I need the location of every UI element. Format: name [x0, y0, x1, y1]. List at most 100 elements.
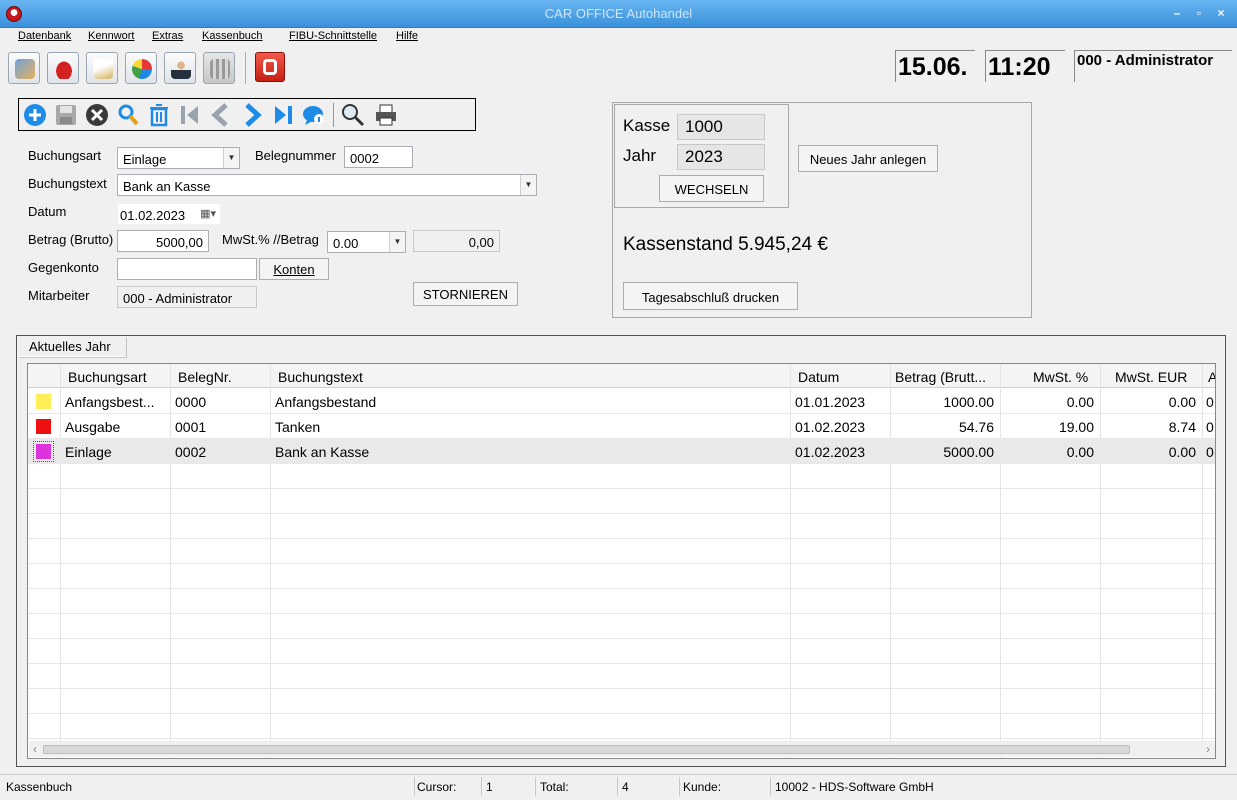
calendar-icon[interactable]: ▦▾	[200, 207, 216, 220]
table-cell: 01.01.2023	[795, 394, 866, 410]
buchungsart-label: Buchungsart	[28, 148, 101, 163]
table-row[interactable]: Anfangsbest... 0000 Anfangsbestand 01.01…	[28, 389, 1215, 414]
pie-chart-icon	[132, 59, 152, 79]
datum-value: 01.02.2023	[120, 208, 186, 223]
mwst-select[interactable]: 0.00 ▼	[327, 231, 406, 253]
menu-bar: Datenbank Kennwort Extras Kassenbuch FIB…	[0, 28, 1237, 46]
belegnummer-label: Belegnummer	[255, 148, 336, 163]
column-header[interactable]: Buchungstext	[278, 369, 363, 385]
company-button[interactable]	[203, 52, 235, 84]
time-display: 11:20	[985, 50, 1065, 82]
toolbar-separator	[333, 103, 334, 127]
column-header[interactable]: Datum	[798, 369, 839, 385]
buchungsart-select[interactable]: Einlage ▼	[117, 147, 240, 169]
table-row[interactable]: Ausgabe 0001 Tanken 01.02.2023 54.76 19.…	[28, 414, 1215, 439]
jahr-label: Jahr	[623, 146, 657, 165]
tab-aktuelles-jahr[interactable]: Aktuelles Jahr	[18, 337, 126, 357]
table-cell: 01.02.2023	[795, 419, 866, 435]
menu-kennwort[interactable]: Kennwort	[88, 30, 134, 42]
next-record-icon[interactable]	[240, 103, 264, 127]
scroll-right-icon[interactable]: ›	[1206, 742, 1210, 756]
kasse-label: Kasse	[623, 116, 671, 135]
column-header[interactable]: BelegNr.	[178, 369, 232, 385]
status-bar: Kassenbuch Cursor: 1 Total: 4 Kunde: 100…	[0, 774, 1237, 798]
first-record-icon[interactable]	[178, 103, 202, 127]
scroll-left-icon[interactable]: ‹	[33, 742, 37, 756]
zoom-search-icon[interactable]	[341, 103, 365, 127]
empty-row	[28, 564, 1215, 589]
date-display: 15.06.	[895, 50, 975, 82]
empty-row	[28, 464, 1215, 489]
mitarbeiter-label: Mitarbeiter	[28, 288, 90, 303]
table-cell: 54.76	[958, 419, 994, 435]
previous-record-icon[interactable]	[209, 103, 233, 127]
add-icon[interactable]	[23, 103, 47, 127]
konten-button[interactable]: Konten	[259, 258, 329, 280]
table-cell: Ausgabe	[65, 419, 121, 435]
type-color-swatch	[36, 419, 51, 434]
column-header[interactable]: Buchungsart	[68, 369, 147, 385]
chevron-down-icon[interactable]: ▼	[520, 175, 536, 195]
empty-row	[28, 489, 1215, 514]
delete-icon[interactable]	[147, 103, 171, 127]
cancel-icon[interactable]	[85, 103, 109, 127]
menu-extras[interactable]: Extras	[152, 30, 183, 42]
chevron-down-icon[interactable]: ▼	[223, 148, 239, 168]
table-row-selected[interactable]: Einlage 0002 Bank an Kasse 01.02.2023 50…	[28, 439, 1215, 464]
column-header[interactable]: MwSt. %	[1033, 369, 1088, 385]
table-header: Buchungsart BelegNr. Buchungstext Datum …	[28, 364, 1215, 388]
staff-button[interactable]	[164, 52, 196, 84]
scrollbar-thumb[interactable]	[43, 745, 1130, 754]
menu-hilfe[interactable]: Hilfe	[396, 30, 418, 42]
table-cell: Anfangsbest...	[65, 394, 155, 410]
table-cell: 1000.00	[943, 394, 994, 410]
menu-kassenbuch[interactable]: Kassenbuch	[202, 30, 263, 42]
horizontal-scrollbar[interactable]: ‹ ›	[29, 741, 1215, 757]
close-button[interactable]: ×	[1211, 5, 1231, 23]
betrag-field[interactable]: 5000,00	[117, 230, 209, 252]
table-cell: Tanken	[275, 419, 321, 435]
datum-field[interactable]: 01.02.2023 ▦▾	[117, 203, 221, 225]
record-toolbar	[18, 98, 476, 131]
buchungstext-select[interactable]: Bank an Kasse ▼	[117, 174, 537, 196]
table-cell: Einlage	[65, 444, 112, 460]
chevron-down-icon[interactable]: ▼	[389, 232, 405, 252]
table-cell: 0	[1206, 419, 1214, 435]
last-record-icon[interactable]	[271, 103, 295, 127]
betrag-label: Betrag (Brutto)	[28, 232, 114, 247]
table-cell: Anfangsbestand	[275, 394, 377, 410]
printer-icon[interactable]	[374, 103, 398, 127]
column-header[interactable]: A	[1208, 369, 1215, 385]
column-header[interactable]: MwSt. EUR	[1115, 369, 1187, 385]
neues-jahr-button[interactable]: Neues Jahr anlegen	[798, 145, 938, 172]
table-cell: Bank an Kasse	[275, 444, 370, 460]
column-header[interactable]: Betrag (Brutt...	[895, 369, 986, 385]
documents-button[interactable]	[86, 52, 118, 84]
belegnummer-field[interactable]: 0002	[344, 146, 413, 168]
gegenkonto-field[interactable]	[117, 258, 257, 280]
contacts-button[interactable]	[8, 52, 40, 84]
empty-row	[28, 639, 1215, 664]
maximize-button[interactable]: ▫	[1189, 5, 1209, 23]
search-icon[interactable]	[116, 103, 140, 127]
info-icon[interactable]	[302, 103, 326, 127]
mwst-value: 0.00	[333, 236, 359, 251]
menu-fibu[interactable]: FIBU-Schnittstelle	[289, 30, 377, 42]
status-kunde-value: 10002 - HDS-Software GmbH	[775, 780, 934, 794]
bookings-table[interactable]: Buchungsart BelegNr. Buchungstext Datum …	[27, 363, 1216, 759]
empty-row	[28, 589, 1215, 614]
wechseln-button[interactable]: WECHSELN	[659, 175, 764, 202]
stornieren-button[interactable]: STORNIEREN	[413, 282, 518, 306]
tagesabschluss-button[interactable]: Tagesabschluß drucken	[623, 282, 798, 310]
menu-datenbank[interactable]: Datenbank	[18, 30, 71, 42]
mwst-label: MwSt.% //Betrag	[222, 232, 319, 247]
table-cell: 0.00	[1168, 394, 1196, 410]
status-cursor-value: 1	[486, 780, 493, 794]
save-icon[interactable]	[54, 103, 78, 127]
exit-button[interactable]	[255, 52, 285, 82]
table-cell: 0.00	[1168, 444, 1196, 460]
vehicles-button[interactable]	[47, 52, 79, 84]
statistics-button[interactable]	[125, 52, 157, 84]
minimize-button[interactable]: –	[1167, 5, 1187, 23]
mwst-betrag-field: 0,00	[413, 230, 500, 252]
